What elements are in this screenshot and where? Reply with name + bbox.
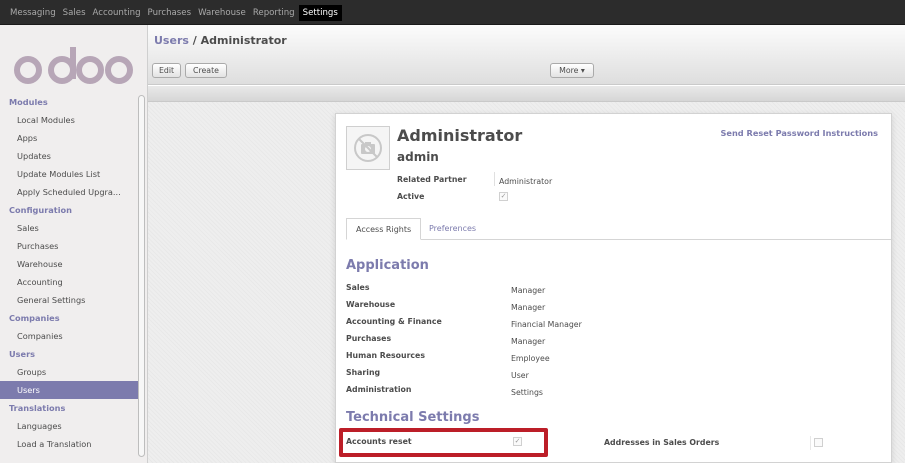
- app-value-human-resources[interactable]: Employee: [511, 354, 550, 363]
- user-photo[interactable]: [346, 126, 390, 170]
- nav-section-modules[interactable]: Modules: [0, 93, 138, 111]
- menu-sales[interactable]: Sales: [63, 8, 86, 18]
- active-checkbox[interactable]: ✓: [499, 192, 508, 201]
- status-bar: [148, 86, 905, 102]
- notebook-tabs: Access Rights Preferences: [346, 218, 891, 240]
- accounts-reset-highlight-box: [339, 428, 548, 457]
- more-dropdown-button[interactable]: More ▾: [550, 63, 594, 78]
- tech-label-addresses-sales-orders: Addresses in Sales Orders: [604, 438, 720, 447]
- app-value-purchases[interactable]: Manager: [511, 337, 545, 346]
- nav-section-configuration[interactable]: Configuration: [0, 201, 138, 219]
- nav-item-apps[interactable]: Apps: [0, 129, 138, 147]
- nav-item-updates[interactable]: Updates: [0, 147, 138, 165]
- menu-settings[interactable]: Settings: [298, 4, 342, 21]
- addresses-sales-orders-checkbox[interactable]: [814, 438, 823, 447]
- application-section-title: Application: [346, 258, 429, 273]
- app-value-administration[interactable]: Settings: [511, 388, 543, 397]
- nav-item-config-accounting[interactable]: Accounting: [0, 273, 138, 291]
- app-value-accounting-finance[interactable]: Financial Manager: [511, 320, 582, 329]
- breadcrumb-separator: /: [188, 34, 201, 47]
- create-button[interactable]: Create: [185, 63, 227, 78]
- app-label-accounting-finance: Accounting & Finance: [346, 317, 442, 326]
- top-menu-bar: Messaging Sales Accounting Purchases War…: [0, 0, 905, 25]
- app-label-administration: Administration: [346, 385, 412, 394]
- nav-section-users[interactable]: Users: [0, 345, 138, 363]
- menu-purchases[interactable]: Purchases: [148, 8, 192, 18]
- edit-button[interactable]: Edit: [152, 63, 181, 78]
- user-name: Administrator: [397, 126, 523, 145]
- breadcrumb: Users / Administrator: [154, 34, 287, 47]
- field-divider: [494, 172, 495, 186]
- field-divider: [810, 436, 811, 450]
- nav-item-config-warehouse[interactable]: Warehouse: [0, 255, 138, 273]
- nav-item-config-sales[interactable]: Sales: [0, 219, 138, 237]
- related-partner-label: Related Partner: [397, 175, 467, 184]
- form-sheet: Administrator admin Send Reset Password …: [335, 113, 892, 463]
- menu-accounting[interactable]: Accounting: [93, 8, 141, 18]
- nav-section-companies[interactable]: Companies: [0, 309, 138, 327]
- app-value-warehouse[interactable]: Manager: [511, 303, 545, 312]
- app-label-warehouse: Warehouse: [346, 300, 396, 309]
- nav-item-update-modules-list[interactable]: Update Modules List: [0, 165, 138, 183]
- app-label-human-resources: Human Resources: [346, 351, 425, 360]
- nav-item-config-purchases[interactable]: Purchases: [0, 237, 138, 255]
- technical-settings-title: Technical Settings: [346, 410, 480, 425]
- related-partner-value[interactable]: Administrator: [499, 177, 552, 186]
- no-camera-icon: [354, 134, 382, 162]
- app-value-sales[interactable]: Manager: [511, 286, 545, 295]
- app-value-sharing[interactable]: User: [511, 371, 529, 380]
- nav-item-companies[interactable]: Companies: [0, 327, 138, 345]
- nav-item-users[interactable]: Users: [0, 381, 138, 399]
- active-label: Active: [397, 192, 425, 201]
- menu-warehouse[interactable]: Warehouse: [198, 8, 246, 18]
- breadcrumb-users-link[interactable]: Users: [154, 34, 189, 47]
- nav-item-local-modules[interactable]: Local Modules: [0, 111, 138, 129]
- sidebar-scrollbar[interactable]: [138, 95, 145, 457]
- menu-messaging[interactable]: Messaging: [10, 8, 56, 18]
- top-menu: Messaging Sales Accounting Purchases War…: [0, 0, 349, 25]
- nav-item-groups[interactable]: Groups: [0, 363, 138, 381]
- send-reset-password-link[interactable]: Send Reset Password Instructions: [721, 128, 878, 138]
- control-panel: Users / Administrator Edit Create More ▾: [148, 25, 905, 85]
- nav-item-languages[interactable]: Languages: [0, 417, 138, 435]
- tab-preferences[interactable]: Preferences: [420, 218, 485, 240]
- app-label-sales: Sales: [346, 283, 370, 292]
- menu-reporting[interactable]: Reporting: [253, 8, 295, 18]
- nav-item-general-settings[interactable]: General Settings: [0, 291, 138, 309]
- app-label-sharing: Sharing: [346, 368, 381, 377]
- sidebar: odoo Modules Local Modules Apps Updates …: [0, 25, 148, 463]
- breadcrumb-current: Administrator: [200, 34, 287, 47]
- app-label-purchases: Purchases: [346, 334, 392, 343]
- tab-access-rights[interactable]: Access Rights: [346, 218, 422, 240]
- user-login: admin: [397, 150, 439, 164]
- odoo-logo[interactable]: [14, 43, 134, 87]
- nav-item-apply-scheduled-upgrades[interactable]: Apply Scheduled Upgra...: [0, 183, 138, 201]
- sidebar-nav: Modules Local Modules Apps Updates Updat…: [0, 93, 138, 453]
- nav-section-translations[interactable]: Translations: [0, 399, 138, 417]
- nav-item-load-translation[interactable]: Load a Translation: [0, 435, 138, 453]
